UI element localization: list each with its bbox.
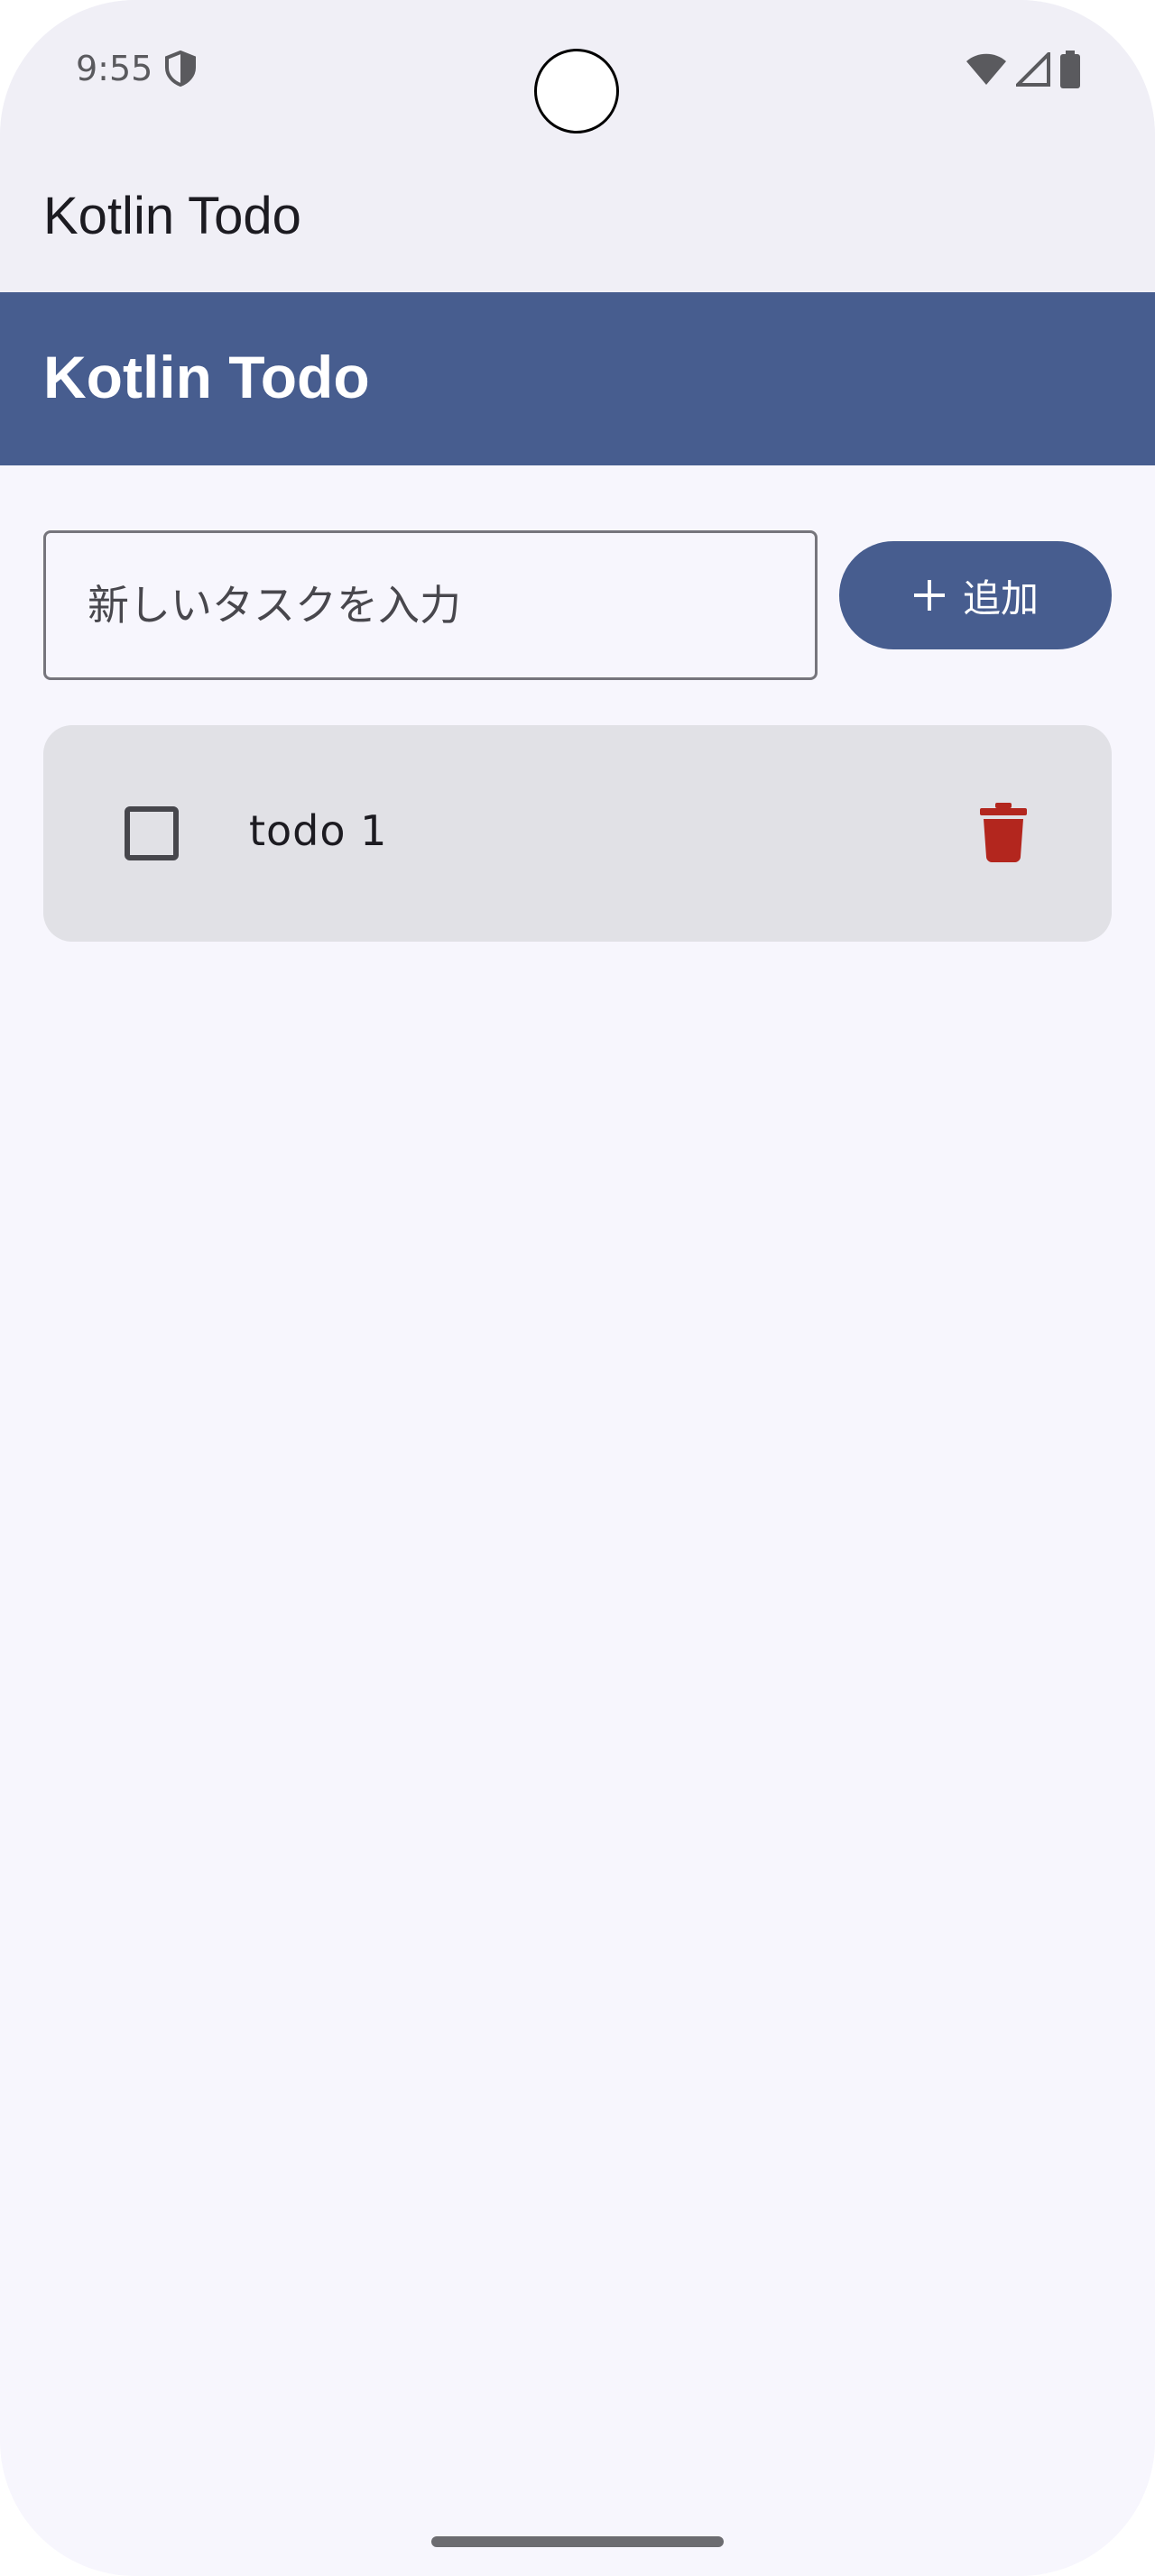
trash-icon[interactable] (978, 803, 1029, 862)
plus-icon (913, 580, 945, 611)
phone-screen: 9:55 Kotlin Todo Kotlin Todo 追加 (0, 0, 1155, 2576)
todo-item (43, 725, 1112, 942)
status-time: 9:55 (76, 49, 153, 88)
status-icons (966, 51, 1081, 88)
shield-icon (165, 51, 196, 87)
todo-checkbox[interactable] (125, 806, 179, 860)
battery-icon (1060, 51, 1080, 88)
camera-cutout (534, 49, 619, 133)
new-task-input[interactable] (43, 530, 818, 680)
wifi-icon (966, 53, 1006, 85)
signal-icon (1016, 52, 1050, 87)
home-indicator[interactable] (431, 2536, 724, 2547)
status-bar: 9:55 (0, 0, 1155, 144)
header-title: Kotlin Todo (43, 344, 370, 410)
add-button-label: 追加 (962, 575, 1039, 621)
todo-text: todo 1 (249, 806, 388, 855)
add-button[interactable]: 追加 (839, 541, 1112, 649)
app-bar-title: Kotlin Todo (43, 187, 301, 245)
